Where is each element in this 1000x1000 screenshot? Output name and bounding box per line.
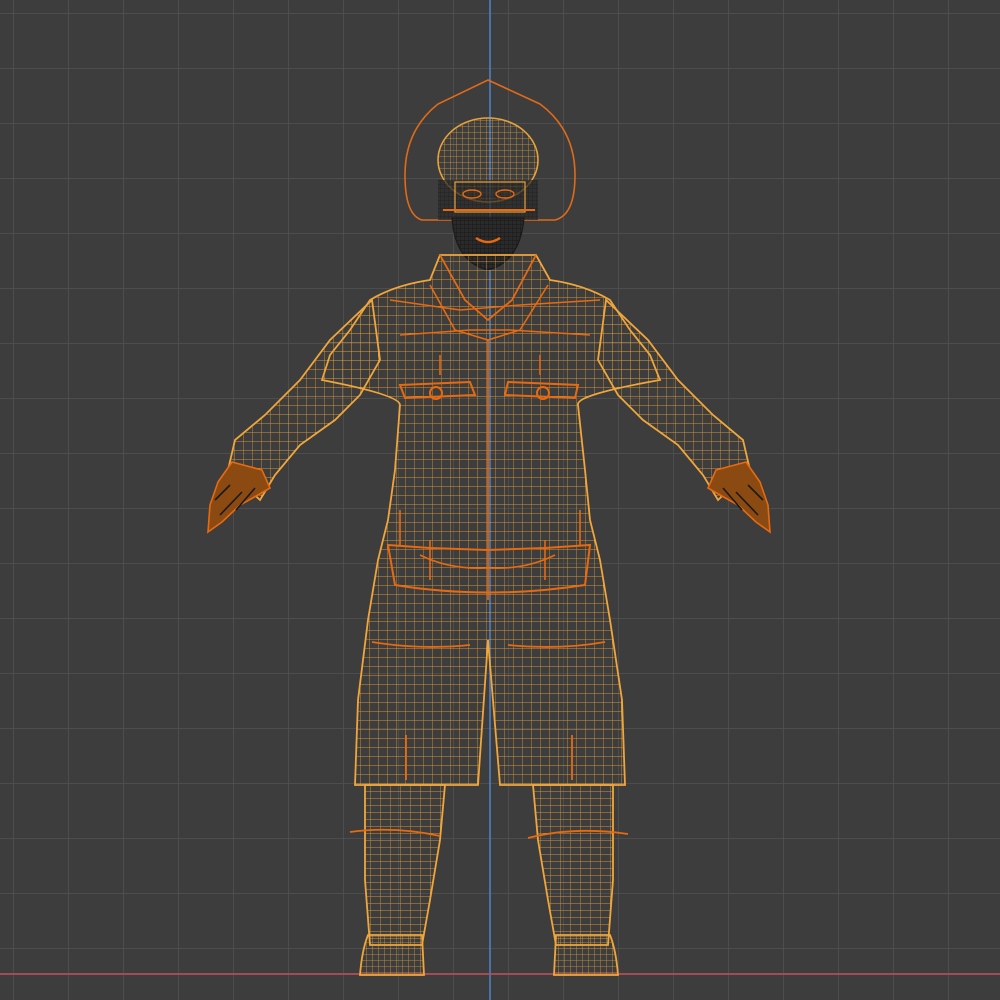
left-boot [359, 934, 425, 976]
3d-viewport[interactable] [0, 0, 1000, 1000]
right-boot [553, 934, 619, 976]
left-leg [364, 784, 446, 946]
right-leg [532, 784, 614, 946]
character-wireframe[interactable] [0, 0, 1000, 1000]
